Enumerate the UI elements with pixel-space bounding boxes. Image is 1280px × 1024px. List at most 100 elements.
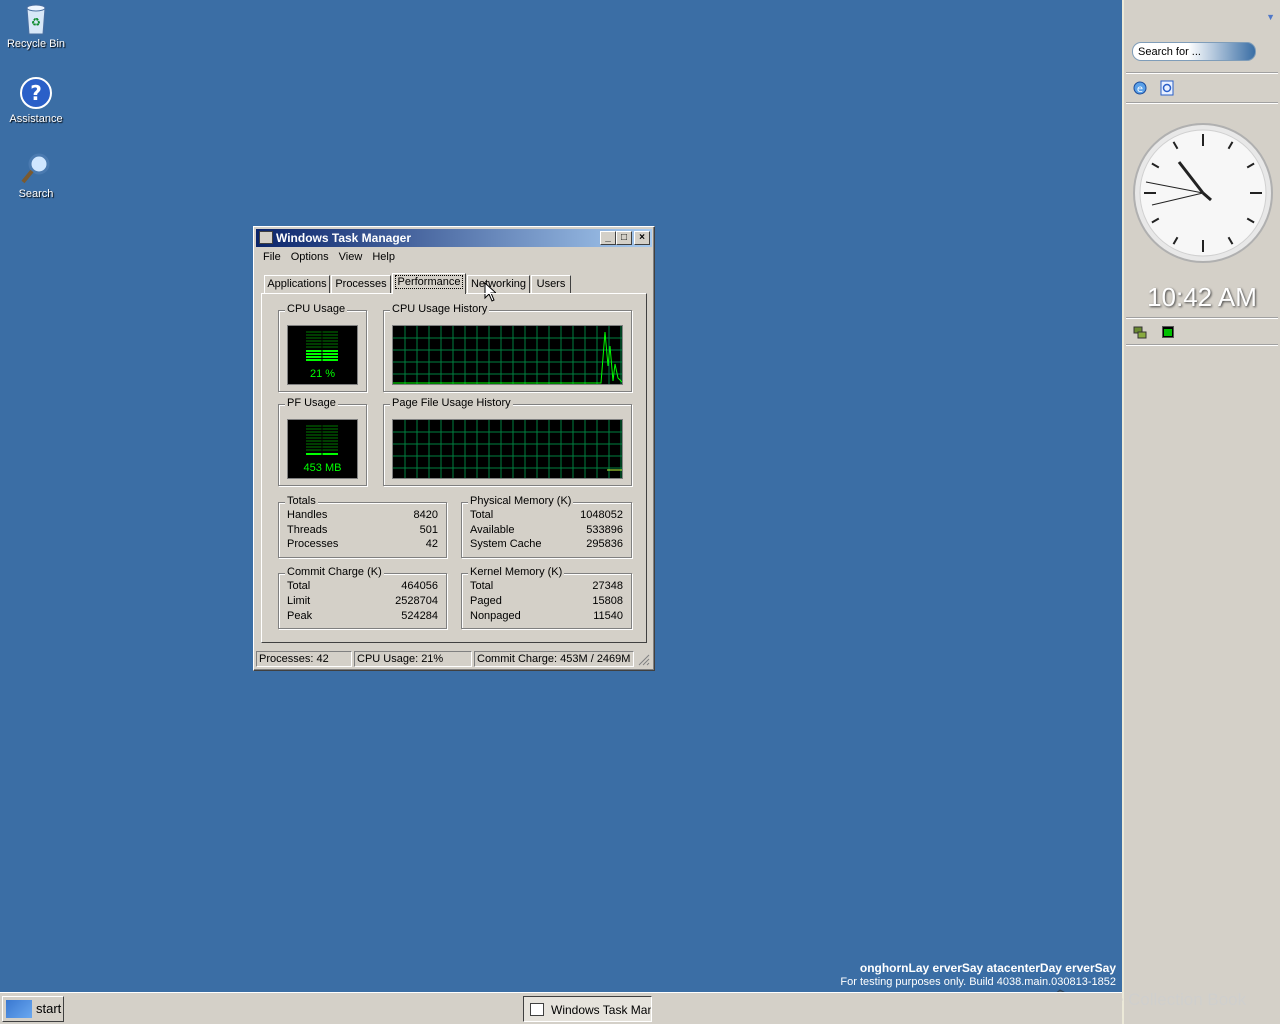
cpu-meter-icon[interactable]	[1162, 326, 1174, 338]
stat-row: Handles 8420	[287, 509, 438, 524]
stat-value: 524284	[401, 610, 438, 622]
stat-key: Available	[470, 524, 515, 536]
stat-value: 464056	[401, 580, 438, 592]
chevron-down-icon[interactable]: ▼	[1266, 12, 1275, 22]
pf-usage-meter: 453 MB	[287, 419, 358, 479]
stat-row: Processes 42	[287, 538, 438, 553]
stat-value: 27348	[592, 580, 623, 592]
pf-usage-group: PF Usage 453 MB	[278, 397, 367, 486]
resize-grip-icon[interactable]	[638, 654, 650, 666]
tab-label: Applications	[267, 278, 327, 290]
desktop-icon-assistance[interactable]: ? Assistance	[0, 77, 72, 125]
menu-help[interactable]: Help	[367, 249, 400, 265]
task-manager-window: Windows Task Manager _ □ × File Options Vi…	[253, 226, 655, 671]
performance-panel: CPU Usage 21 % CPU Usage History PF Usag…	[261, 293, 647, 643]
group-label: PF Usage	[285, 397, 338, 409]
stat-row: Paged 15808	[470, 595, 623, 610]
cpu-history-graph	[392, 325, 623, 385]
window-title: Windows Task Manager	[276, 231, 412, 245]
stat-row: Threads 501	[287, 524, 438, 539]
menu-bar: File Options View Help	[258, 249, 400, 267]
stat-key: Total	[470, 509, 494, 521]
recycle-bin-icon: ♻	[19, 2, 53, 36]
tab-applications[interactable]: Applications	[264, 275, 330, 293]
stat-row: System Cache 295836	[470, 538, 623, 553]
tab-performance[interactable]: Performance	[392, 273, 466, 294]
group-label: CPU Usage History	[390, 303, 490, 315]
network-icon[interactable]	[1132, 324, 1148, 340]
search-icon	[19, 152, 53, 186]
cpu-usage-group: CPU Usage 21 %	[278, 303, 367, 392]
stat-value: 2528704	[395, 595, 438, 607]
stat-key: Total	[287, 580, 311, 592]
stat-key: Total	[470, 580, 494, 592]
stat-value: 42	[425, 538, 438, 550]
divider	[1126, 102, 1278, 104]
pf-usage-value: 453 MB	[303, 462, 342, 474]
close-button[interactable]: ×	[634, 231, 650, 245]
group-label: Kernel Memory (K)	[468, 566, 565, 578]
kernel-memory-group: Kernel Memory (K) Total 27348 Paged 15808 …	[461, 566, 632, 629]
analog-clock	[1132, 122, 1274, 264]
tab-label: Networking	[470, 278, 527, 290]
minimize-button[interactable]: _	[600, 231, 616, 245]
tab-networking[interactable]: Networking	[467, 275, 530, 293]
taskbar-button-task-manager[interactable]: Windows Task Mana	[523, 996, 652, 1022]
svg-text:♻: ♻	[31, 16, 41, 29]
help-icon: ?	[19, 77, 53, 111]
svg-text:e: e	[1137, 84, 1143, 95]
windows-logo-icon	[6, 1000, 32, 1018]
group-label: Physical Memory (K)	[468, 495, 574, 507]
cpu-usage-value: 21 %	[309, 368, 336, 380]
maximize-button[interactable]: □	[616, 231, 632, 245]
tab-users[interactable]: Users	[531, 275, 571, 293]
stat-key: Handles	[287, 509, 328, 521]
taskbar-button-label: Windows Task Mana	[551, 1003, 652, 1017]
stat-key: Threads	[287, 524, 328, 536]
watermark-line1: onghornLay erverSay atacenterDay erverSa…	[859, 961, 1116, 975]
desktop-icon-recycle-bin[interactable]: ♻ Recycle Bin	[0, 2, 72, 50]
stat-value: 295836	[586, 538, 623, 550]
group-label: Commit Charge (K)	[285, 566, 384, 578]
refresh-icon[interactable]	[1159, 80, 1175, 96]
desktop-icon-label: Search	[18, 188, 54, 200]
stat-value: 533896	[586, 524, 623, 536]
pf-history-graph	[392, 419, 623, 479]
internet-explorer-icon[interactable]: e	[1132, 80, 1148, 96]
stat-row: Peak 524284	[287, 610, 438, 625]
divider	[1126, 344, 1278, 346]
tab-label: Users	[536, 278, 566, 290]
svg-text:?: ?	[30, 81, 42, 105]
group-label: Page File Usage History	[390, 397, 513, 409]
divider	[1126, 72, 1278, 74]
cpu-usage-meter: 21 %	[287, 325, 358, 385]
stat-key: Nonpaged	[470, 610, 521, 622]
stat-key: System Cache	[470, 538, 542, 550]
menu-view[interactable]: View	[334, 249, 368, 265]
stat-key: Paged	[470, 595, 502, 607]
tab-processes[interactable]: Processes	[331, 275, 391, 293]
tab-label: Processes	[335, 278, 387, 290]
status-bar: Processes: 42 CPU Usage: 21% Commit Char…	[256, 651, 652, 668]
stat-row: Nonpaged 11540	[470, 610, 623, 625]
pf-history-group: Page File Usage History	[383, 397, 632, 486]
menu-options[interactable]: Options	[286, 249, 334, 265]
clock-time: 10:42 AM	[1147, 282, 1257, 312]
stat-row: Total 1048052	[470, 509, 623, 524]
start-button[interactable]: start	[2, 996, 64, 1022]
stat-value: 15808	[592, 595, 623, 607]
tab-label: Performance	[394, 275, 464, 289]
stat-row: Total 464056	[287, 580, 438, 595]
menu-file[interactable]: File	[258, 249, 286, 265]
desktop-icon-search[interactable]: Search	[0, 152, 72, 200]
title-bar[interactable]: Windows Task Manager _ □ ×	[256, 229, 652, 247]
status-commit: Commit Charge: 453M / 2469M	[474, 651, 634, 667]
stat-value: 1048052	[580, 509, 623, 521]
stat-row: Available 533896	[470, 524, 623, 539]
status-processes: Processes: 42	[256, 651, 352, 667]
desktop-icon-label: Assistance	[9, 113, 63, 125]
physical-memory-group: Physical Memory (K) Total 1048052 Availab…	[461, 495, 632, 558]
task-manager-icon	[530, 1003, 544, 1016]
stat-row: Limit 2528704	[287, 595, 438, 610]
sidebar-search-input[interactable]: Search for ...	[1132, 42, 1256, 61]
